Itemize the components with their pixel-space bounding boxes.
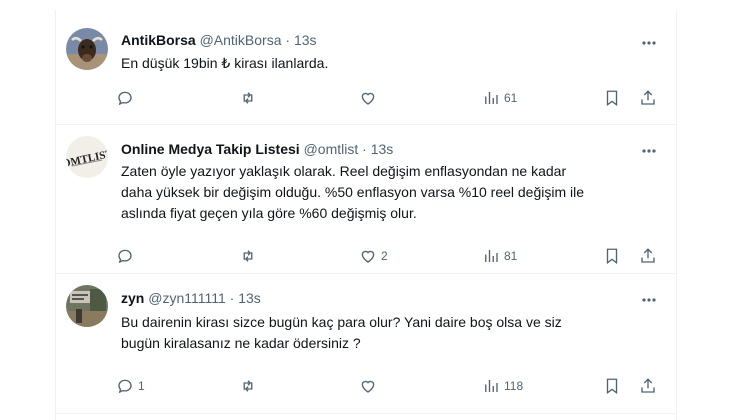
timestamp[interactable]: 13s bbox=[371, 141, 394, 157]
reply-count: 1 bbox=[138, 379, 145, 393]
author-name[interactable]: Online Medya Takip Listesi bbox=[121, 141, 300, 157]
retweet-button[interactable] bbox=[239, 245, 261, 267]
tweet-text: En düşük 19bin ₺ kirası ilanlarda. bbox=[121, 55, 329, 71]
retweet-icon bbox=[243, 92, 253, 104]
tweet[interactable]: OMTLIST Online Medya Takip Listesi @omtl… bbox=[56, 124, 676, 274]
retweet-icon bbox=[243, 250, 253, 262]
more-options-icon[interactable] bbox=[640, 36, 658, 50]
like-button[interactable] bbox=[359, 375, 381, 397]
analytics-icon bbox=[485, 250, 498, 262]
tweet-header: zyn @zyn111111 · 13s bbox=[121, 290, 261, 306]
bull-avatar-icon bbox=[66, 28, 108, 70]
timeline: AntikBorsa @AntikBorsa · 13s En düşük 19… bbox=[55, 10, 677, 420]
timestamp[interactable]: 13s bbox=[238, 290, 261, 306]
share-icon bbox=[641, 378, 655, 393]
omtlist-logo-avatar-icon: OMTLIST bbox=[66, 136, 108, 178]
like-button[interactable]: 2 bbox=[359, 245, 388, 267]
retweet-icon bbox=[243, 380, 253, 392]
tweet-text: Bu dairenin kirası sizce bugün kaç para … bbox=[121, 314, 562, 351]
separator-dot: · bbox=[362, 141, 367, 157]
reply-button[interactable]: 1 bbox=[116, 375, 145, 397]
share-button[interactable] bbox=[639, 87, 657, 109]
action-bar: 61 bbox=[116, 87, 661, 109]
views-button[interactable]: 61 bbox=[482, 87, 517, 109]
heart-icon bbox=[361, 250, 375, 263]
reply-button[interactable] bbox=[116, 87, 138, 109]
retweet-button[interactable] bbox=[239, 87, 261, 109]
share-button[interactable] bbox=[639, 375, 657, 397]
analytics-icon bbox=[485, 92, 498, 104]
bookmark-button[interactable] bbox=[603, 245, 621, 267]
author-handle[interactable]: @AntikBorsa bbox=[200, 32, 282, 48]
reply-icon bbox=[118, 249, 132, 264]
reply-icon bbox=[118, 379, 132, 394]
analytics-icon bbox=[485, 380, 498, 392]
author-name[interactable]: zyn bbox=[121, 290, 144, 306]
author-handle[interactable]: @zyn111111 bbox=[148, 290, 226, 306]
heart-icon bbox=[361, 92, 375, 105]
bookmark-icon bbox=[606, 248, 618, 265]
author-name[interactable]: AntikBorsa bbox=[121, 32, 196, 48]
photo-avatar-icon bbox=[66, 285, 108, 327]
share-icon bbox=[641, 248, 655, 263]
reply-button[interactable] bbox=[116, 245, 138, 267]
views-count: 118 bbox=[504, 379, 524, 393]
avatar[interactable] bbox=[66, 285, 108, 327]
bookmark-button[interactable] bbox=[603, 375, 621, 397]
bookmark-button[interactable] bbox=[603, 87, 621, 109]
share-button[interactable] bbox=[639, 245, 657, 267]
reply-icon bbox=[118, 91, 132, 106]
tweet[interactable]: AntikBorsa @AntikBorsa · 13s En düşük 19… bbox=[56, 10, 676, 125]
avatar[interactable] bbox=[66, 28, 108, 70]
like-button[interactable] bbox=[359, 87, 381, 109]
avatar[interactable]: OMTLIST bbox=[66, 136, 108, 178]
tweet-header: Online Medya Takip Listesi @omtlist · 13… bbox=[121, 141, 393, 157]
separator-dot: · bbox=[285, 32, 291, 48]
heart-icon bbox=[361, 380, 375, 393]
tweet-header: AntikBorsa @AntikBorsa · 13s bbox=[121, 32, 317, 48]
more-options-icon[interactable] bbox=[640, 293, 658, 307]
action-bar: 2 81 bbox=[116, 245, 661, 267]
views-button[interactable]: 118 bbox=[482, 375, 523, 397]
like-count: 2 bbox=[381, 249, 388, 263]
views-count: 61 bbox=[504, 91, 518, 105]
bookmark-icon bbox=[606, 378, 618, 395]
action-bar: 1 118 bbox=[116, 375, 661, 397]
author-handle[interactable]: @omtlist bbox=[304, 141, 359, 157]
tweet-text: Zaten öyle yazıyor yaklaşık olarak. Reel… bbox=[121, 163, 585, 221]
views-count: 81 bbox=[504, 249, 518, 263]
timestamp[interactable]: 13s bbox=[294, 32, 317, 48]
retweet-button[interactable] bbox=[239, 375, 261, 397]
more-options-icon[interactable] bbox=[640, 144, 658, 158]
separator-dot: · bbox=[229, 290, 235, 306]
bookmark-icon bbox=[606, 90, 618, 107]
share-icon bbox=[641, 90, 655, 105]
tweet[interactable]: zyn @zyn111111 · 13s Bu dairenin kirası … bbox=[56, 273, 676, 414]
views-button[interactable]: 81 bbox=[482, 245, 517, 267]
